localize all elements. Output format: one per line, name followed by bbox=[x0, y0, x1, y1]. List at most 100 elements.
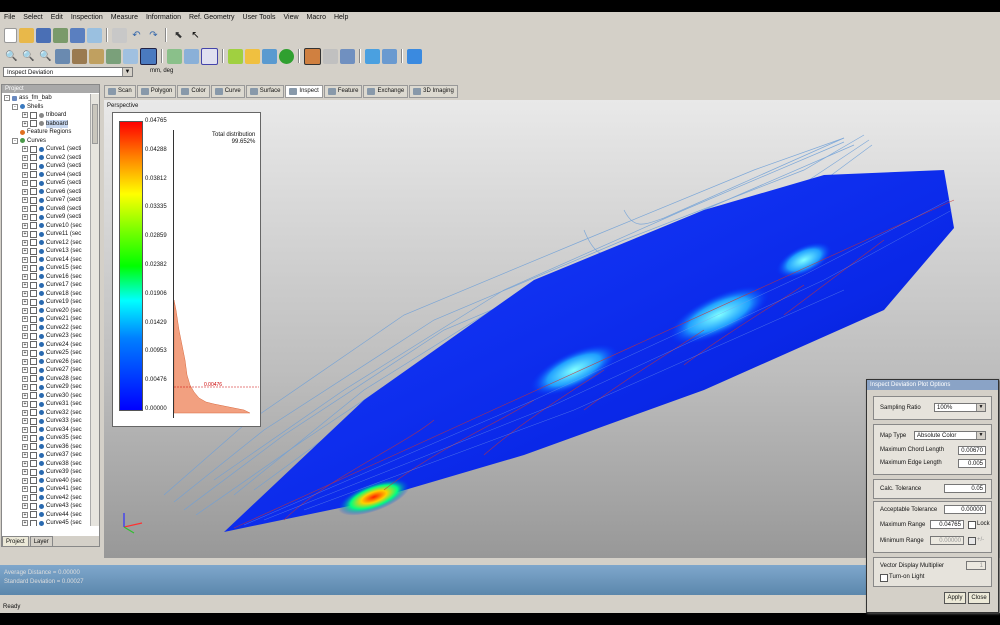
pan-icon[interactable] bbox=[72, 48, 87, 64]
tree-curve-item[interactable]: + Curve15 (sec bbox=[2, 264, 90, 273]
expand-icon[interactable]: + bbox=[22, 375, 28, 382]
visibility-checkbox[interactable] bbox=[30, 307, 37, 315]
sync-icon[interactable] bbox=[407, 48, 422, 64]
tree-curve-item[interactable]: + Curve20 (sec bbox=[2, 307, 90, 316]
tree-curve-item[interactable]: + Curve28 (sec bbox=[2, 375, 90, 384]
tree-curve-item[interactable]: + Curve35 (sec bbox=[2, 434, 90, 443]
tree-curve-item[interactable]: + Curve10 (sec bbox=[2, 222, 90, 231]
tree-curve-item[interactable]: + Curve31 (sec bbox=[2, 400, 90, 409]
menu-select[interactable]: Select bbox=[19, 12, 46, 24]
tree-curve-item[interactable]: + Curve24 (sec bbox=[2, 341, 90, 350]
tree-curve-item[interactable]: + Curve16 (sec bbox=[2, 273, 90, 282]
tree-curve-item[interactable]: + Curve38 (sec bbox=[2, 460, 90, 469]
visibility-checkbox[interactable] bbox=[30, 451, 37, 459]
min-range-field[interactable]: 0.00000 bbox=[930, 536, 964, 545]
tree-curve-item[interactable]: + Curve14 (sec bbox=[2, 256, 90, 265]
tree-curve-item[interactable]: + Curve21 (sec bbox=[2, 315, 90, 324]
visibility-checkbox[interactable] bbox=[30, 400, 37, 408]
apply-button[interactable]: Apply bbox=[944, 592, 966, 604]
expand-icon[interactable]: + bbox=[22, 146, 28, 153]
max-range-field[interactable]: 0.04765 bbox=[930, 520, 964, 529]
tree-curve-item[interactable]: + Curve45 (sec bbox=[2, 519, 90, 526]
collapse-icon[interactable]: - bbox=[12, 103, 18, 110]
tab-project[interactable]: Project bbox=[2, 536, 29, 546]
tree-curve-item[interactable]: + Curve30 (sec bbox=[2, 392, 90, 401]
visibility-checkbox[interactable] bbox=[30, 239, 37, 247]
scan-icon[interactable] bbox=[53, 27, 68, 43]
scroll-thumb[interactable] bbox=[92, 104, 98, 144]
tree-curve-item[interactable]: + Curve43 (sec bbox=[2, 502, 90, 511]
expand-icon[interactable]: + bbox=[22, 171, 28, 178]
tree-curve-item[interactable]: + Curve33 (sec bbox=[2, 417, 90, 426]
expand-icon[interactable]: + bbox=[22, 282, 28, 289]
visibility-checkbox[interactable] bbox=[30, 375, 37, 383]
print-icon[interactable] bbox=[112, 27, 127, 43]
chevron-down-icon[interactable]: ▼ bbox=[976, 404, 985, 411]
tree-curve-item[interactable]: + Curve3 (secti bbox=[2, 162, 90, 171]
expand-icon[interactable]: + bbox=[22, 494, 28, 501]
expand-icon[interactable]: + bbox=[22, 188, 28, 195]
menu-information[interactable]: Information bbox=[142, 12, 185, 24]
visibility-checkbox[interactable] bbox=[30, 324, 37, 332]
visibility-checkbox[interactable] bbox=[30, 196, 37, 204]
mesh-icon[interactable] bbox=[201, 47, 218, 65]
symmetric-checkbox[interactable] bbox=[968, 537, 976, 545]
tree-curve-item[interactable]: + Curve4 (secti bbox=[2, 171, 90, 180]
tree-curves[interactable]: - Curves bbox=[2, 137, 90, 146]
visibility-checkbox[interactable] bbox=[30, 179, 37, 187]
tab-inspect[interactable]: Inspect bbox=[285, 85, 323, 98]
tree-curve-item[interactable]: + Curve9 (secti bbox=[2, 213, 90, 222]
tree-curve-item[interactable]: + Curve39 (sec bbox=[2, 468, 90, 477]
save-icon[interactable] bbox=[36, 27, 51, 43]
expand-icon[interactable]: + bbox=[22, 265, 28, 272]
pointer-icon[interactable]: ↖ bbox=[188, 28, 203, 43]
menu-file[interactable]: File bbox=[0, 12, 19, 24]
expand-icon[interactable]: + bbox=[22, 180, 28, 187]
tree-curve-item[interactable]: + Curve26 (sec bbox=[2, 358, 90, 367]
export-icon[interactable] bbox=[87, 27, 102, 43]
visibility-checkbox[interactable] bbox=[30, 120, 37, 128]
menu-measure[interactable]: Measure bbox=[107, 12, 142, 24]
visibility-checkbox[interactable] bbox=[30, 519, 37, 526]
tab-color[interactable]: Color bbox=[177, 85, 210, 98]
expand-icon[interactable]: + bbox=[22, 248, 28, 255]
visibility-checkbox[interactable] bbox=[30, 290, 37, 298]
visibility-checkbox[interactable] bbox=[30, 409, 37, 417]
expand-icon[interactable]: + bbox=[22, 503, 28, 510]
inspect-icon[interactable] bbox=[279, 48, 294, 64]
expand-icon[interactable]: + bbox=[22, 367, 28, 374]
tree-curve-item[interactable]: + Curve27 (sec bbox=[2, 366, 90, 375]
expand-icon[interactable]: + bbox=[22, 239, 28, 246]
export-view-icon[interactable] bbox=[382, 48, 397, 64]
visibility-checkbox[interactable] bbox=[30, 443, 37, 451]
tree-curve-item[interactable]: + Curve42 (sec bbox=[2, 494, 90, 503]
expand-icon[interactable]: + bbox=[22, 401, 28, 408]
chevron-down-icon[interactable]: ▼ bbox=[976, 432, 985, 439]
collapse-icon[interactable]: - bbox=[4, 95, 10, 102]
zoom-fit-icon[interactable]: 🔍 bbox=[21, 49, 36, 64]
tree-curve-item[interactable]: + Curve32 (sec bbox=[2, 409, 90, 418]
tree-curve-item[interactable]: + Curve7 (secti bbox=[2, 196, 90, 205]
expand-icon[interactable]: + bbox=[22, 222, 28, 229]
expand-icon[interactable]: + bbox=[22, 316, 28, 323]
turn-on-light-checkbox[interactable] bbox=[880, 574, 888, 582]
view-icon[interactable] bbox=[89, 48, 104, 64]
expand-icon[interactable]: + bbox=[22, 205, 28, 212]
expand-icon[interactable]: + bbox=[22, 197, 28, 204]
visibility-checkbox[interactable] bbox=[30, 213, 37, 221]
expand-icon[interactable]: + bbox=[22, 435, 28, 442]
visibility-checkbox[interactable] bbox=[30, 256, 37, 264]
visibility-checkbox[interactable] bbox=[30, 358, 37, 366]
rotate-icon[interactable] bbox=[55, 48, 70, 64]
tree-shell-item[interactable]: + triboard bbox=[2, 111, 90, 120]
expand-icon[interactable]: + bbox=[22, 469, 28, 476]
chevron-down-icon[interactable]: ▼ bbox=[122, 68, 132, 76]
visibility-checkbox[interactable] bbox=[30, 366, 37, 374]
tab-polygon[interactable]: Polygon bbox=[136, 85, 177, 98]
save-as-icon[interactable] bbox=[70, 27, 85, 43]
tree-curve-item[interactable]: + Curve41 (sec bbox=[2, 485, 90, 494]
expand-icon[interactable]: + bbox=[22, 163, 28, 170]
expand-icon[interactable]: + bbox=[22, 443, 28, 450]
visibility-checkbox[interactable] bbox=[30, 111, 37, 119]
visibility-checkbox[interactable] bbox=[30, 222, 37, 230]
